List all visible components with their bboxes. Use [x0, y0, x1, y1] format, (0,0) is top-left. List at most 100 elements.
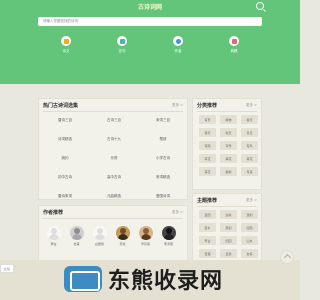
author-card[interactable]: 白居易 — [88, 226, 111, 246]
nav-label: 典籍 — [230, 49, 238, 53]
category-tag[interactable]: 月亮 — [241, 167, 258, 176]
author-name: 李白 — [50, 242, 57, 246]
nav-label: 名句 — [118, 49, 126, 53]
poem-collection-link[interactable]: 宋词精选 — [141, 172, 185, 183]
authors-panel: 作者推荐 更多 > 李白 杜甫 白居易 苏轼 辛弃疾 李清照 — [38, 205, 188, 263]
header: 古诗词网 请输入您要查找的诗词 诗文 名句 作者 典籍 — [0, 0, 300, 84]
author-name: 李清照 — [163, 242, 173, 246]
category-tag[interactable]: 咏物 — [220, 115, 237, 124]
feedback-tab[interactable]: 反馈 — [0, 264, 14, 273]
poem-collection-link[interactable]: 唐诗三百 — [43, 115, 87, 126]
nav-item-poems[interactable]: 诗文 — [46, 36, 86, 54]
search-icon[interactable] — [256, 2, 264, 10]
topic-tag[interactable]: 爱国 — [199, 210, 216, 219]
poem-collection-link[interactable]: 古诗三百 — [92, 115, 136, 126]
more-link[interactable]: 更多 > — [172, 103, 183, 108]
divider — [197, 111, 257, 112]
topic-tag[interactable]: 田园 — [220, 236, 237, 245]
avatar — [46, 226, 61, 240]
category-tag[interactable]: 梅花 — [220, 154, 237, 163]
topic-tag[interactable]: 山水 — [241, 236, 258, 245]
category-grid: 写景 咏物 春天 夏天 秋天 冬天 写雨 写雪 写风 写花 梅花 荷花 菊花 柳… — [199, 115, 258, 176]
author-card[interactable]: 李白 — [42, 226, 65, 246]
author-card[interactable]: 苏轼 — [111, 226, 134, 246]
topic-tag[interactable]: 怀古 — [199, 236, 216, 245]
panel-title: 热门古诗词选集 — [43, 103, 79, 109]
author-list: 李白 杜甫 白居易 苏轼 辛弃疾 李清照 — [42, 226, 180, 246]
topic-tag[interactable]: 边塞 — [220, 210, 237, 219]
category-tag[interactable]: 写风 — [241, 141, 258, 150]
avatar — [69, 226, 84, 240]
poem-collection-link[interactable]: 诗词精选 — [43, 134, 87, 145]
author-icon — [173, 36, 183, 46]
topic-tag[interactable]: 思乡 — [199, 223, 216, 232]
category-tag[interactable]: 冬天 — [241, 128, 258, 137]
category-tag[interactable]: 菊花 — [199, 167, 216, 176]
category-tag[interactable]: 写雪 — [220, 141, 237, 150]
author-name: 苏轼 — [119, 242, 126, 246]
topic-panel: 主题推荐 更多 > 爱国 边塞 送别 思乡 离别 闺怨 怀古 田园 山水 哲理 … — [192, 193, 262, 263]
more-link[interactable]: 更多 > — [246, 198, 257, 203]
author-name: 辛弃疾 — [140, 242, 150, 246]
watermark-logo-icon — [64, 266, 102, 292]
divider — [197, 206, 257, 207]
panel-title: 作者推荐 — [43, 210, 64, 216]
topic-tag[interactable]: 离别 — [220, 223, 237, 232]
divider — [43, 111, 183, 112]
author-card[interactable]: 李清照 — [157, 226, 180, 246]
poem-collection-link[interactable]: 爱国诗词 — [141, 191, 185, 202]
topic-tag[interactable]: 爱情 — [220, 249, 237, 258]
category-tag[interactable]: 荷花 — [241, 154, 258, 163]
poem-collection-link[interactable]: 元曲精选 — [92, 191, 136, 202]
avatar — [138, 226, 153, 240]
quote-icon — [117, 36, 127, 46]
watermark: 东熊收录网 — [64, 262, 294, 296]
divider — [43, 218, 183, 219]
author-name: 白居易 — [94, 242, 104, 246]
nav-label: 作者 — [174, 49, 182, 53]
topic-tag[interactable]: 哲理 — [199, 249, 216, 258]
category-tag[interactable]: 秋天 — [220, 128, 237, 137]
category-tag[interactable]: 写花 — [199, 154, 216, 163]
poem-collection-link[interactable]: 古诗十九 — [92, 134, 136, 145]
poem-collection-link[interactable]: 唐诗宋词 — [43, 191, 87, 202]
poems-panel: 热门古诗词选集 更多 > 唐诗三百 古诗三百 宋词三百 诗词精选 古诗十九 楚辞… — [38, 98, 188, 200]
search-input[interactable]: 请输入您要查找的诗词 — [38, 17, 262, 26]
poem-icon — [61, 36, 71, 46]
nav-item-books[interactable]: 典籍 — [214, 36, 254, 54]
nav-item-authors[interactable]: 作者 — [158, 36, 198, 54]
poem-collection-link[interactable]: 高中古诗 — [92, 172, 136, 183]
poem-collection-link[interactable]: 宋词三百 — [141, 115, 185, 126]
category-tag[interactable]: 春天 — [241, 115, 258, 124]
site-logo[interactable]: 古诗词网 — [0, 2, 300, 11]
panel-title: 主题推荐 — [197, 198, 218, 204]
poem-collection-link[interactable]: 初中古诗 — [43, 172, 87, 183]
nav-item-quotes[interactable]: 名句 — [102, 36, 142, 54]
more-link[interactable]: 更多 > — [172, 210, 183, 215]
topic-tag[interactable]: 送别 — [241, 210, 258, 219]
nav-label: 诗文 — [62, 49, 70, 53]
poem-collection-link[interactable]: 婉约 — [43, 153, 87, 164]
poem-collection-link[interactable]: 乐府 — [92, 153, 136, 164]
category-tag[interactable]: 柳树 — [220, 167, 237, 176]
poem-grid: 唐诗三百 古诗三百 宋词三百 诗词精选 古诗十九 楚辞 婉约 乐府 小学古诗 初… — [43, 115, 185, 202]
author-name: 杜甫 — [73, 242, 80, 246]
category-tag[interactable]: 夏天 — [199, 128, 216, 137]
watermark-text: 东熊收录网 — [108, 269, 224, 294]
poem-collection-link[interactable]: 楚辞 — [141, 134, 185, 145]
topic-tag[interactable]: 闺怨 — [241, 223, 258, 232]
topic-grid: 爱国 边塞 送别 思乡 离别 闺怨 怀古 田园 山水 哲理 爱情 友情 — [199, 210, 258, 258]
quick-nav: 诗文 名句 作者 典籍 — [38, 36, 262, 54]
category-tag[interactable]: 写雨 — [199, 141, 216, 150]
category-tag[interactable]: 写景 — [199, 115, 216, 124]
category-panel: 分类推荐 更多 > 写景 咏物 春天 夏天 秋天 冬天 写雨 写雪 写风 写花 … — [192, 98, 262, 190]
avatar — [161, 226, 176, 240]
author-card[interactable]: 杜甫 — [65, 226, 88, 246]
author-card[interactable]: 辛弃疾 — [134, 226, 157, 246]
topic-tag[interactable]: 友情 — [241, 249, 258, 258]
panel-title: 分类推荐 — [197, 103, 218, 109]
book-icon — [229, 36, 239, 46]
avatar — [115, 226, 130, 240]
more-link[interactable]: 更多 > — [246, 103, 257, 108]
poem-collection-link[interactable]: 小学古诗 — [141, 153, 185, 164]
